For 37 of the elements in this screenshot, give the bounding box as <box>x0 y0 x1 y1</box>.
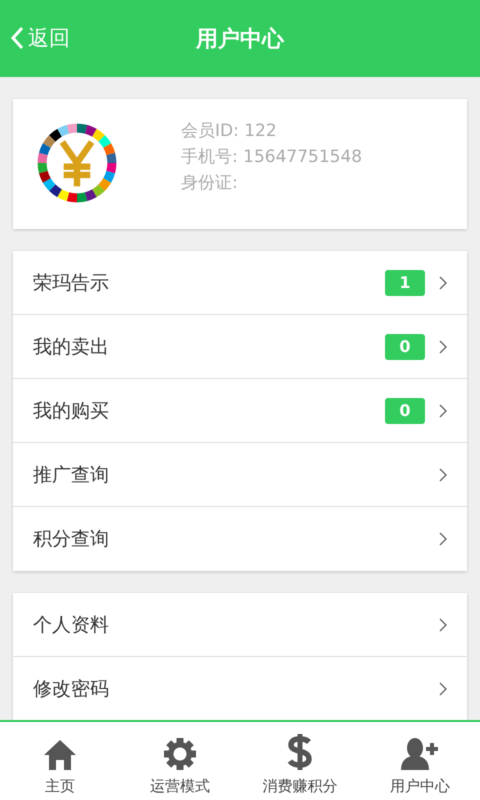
chevron-right-icon <box>439 682 447 696</box>
menu-item-label: 我的购买 <box>33 398 110 424</box>
dollar-icon <box>286 733 314 771</box>
menu-item-label: 个人资料 <box>33 612 110 638</box>
menu-item[interactable]: 修改密码 <box>13 657 467 720</box>
chevron-right-icon <box>439 276 447 290</box>
count-badge: 0 <box>385 334 425 360</box>
menu-item[interactable]: 推广查询 <box>13 443 467 507</box>
menu-item-label: 积分查询 <box>33 527 110 552</box>
menu-item-label: 我的卖出 <box>33 334 110 360</box>
tab-item[interactable]: 消费赚积分 <box>240 722 360 800</box>
home-icon <box>43 739 77 771</box>
menu-item[interactable]: 积分查询 <box>13 507 467 571</box>
profile-info-text: 手机号: 15647751548 <box>181 146 362 169</box>
menu-item[interactable]: 荣玛告示 1 <box>13 251 467 315</box>
count-badge: 0 <box>385 398 425 424</box>
settings-icon <box>163 737 197 771</box>
chevron-right-icon <box>439 618 447 632</box>
tab-item[interactable]: 运营模式 <box>120 722 240 800</box>
chevron-right-icon <box>439 468 447 482</box>
count-badge: 1 <box>385 270 425 296</box>
page-title: 用户中心 <box>196 26 284 54</box>
chevron-right-icon <box>439 532 447 546</box>
menu-item[interactable]: 个人资料 <box>13 593 467 657</box>
menu-item-label: 荣玛告示 <box>33 270 110 296</box>
menu-item[interactable]: 我的卖出 0 <box>13 315 467 379</box>
profile-info-text: 身份证: <box>181 172 239 195</box>
profile-info-text: 会员ID: 122 <box>181 120 278 143</box>
chevron-right-icon <box>439 404 447 418</box>
chevron-right-icon <box>439 340 447 354</box>
menu-item-label: 推广查询 <box>33 462 110 488</box>
menu-item-label: 修改密码 <box>33 677 110 702</box>
menu-item[interactable]: 我的购买 0 <box>13 379 467 443</box>
tab-item[interactable]: 主页 <box>0 722 120 800</box>
tab-item[interactable]: 用户中心 <box>360 722 480 800</box>
back-icon <box>10 26 24 50</box>
add-user-icon <box>400 737 440 771</box>
